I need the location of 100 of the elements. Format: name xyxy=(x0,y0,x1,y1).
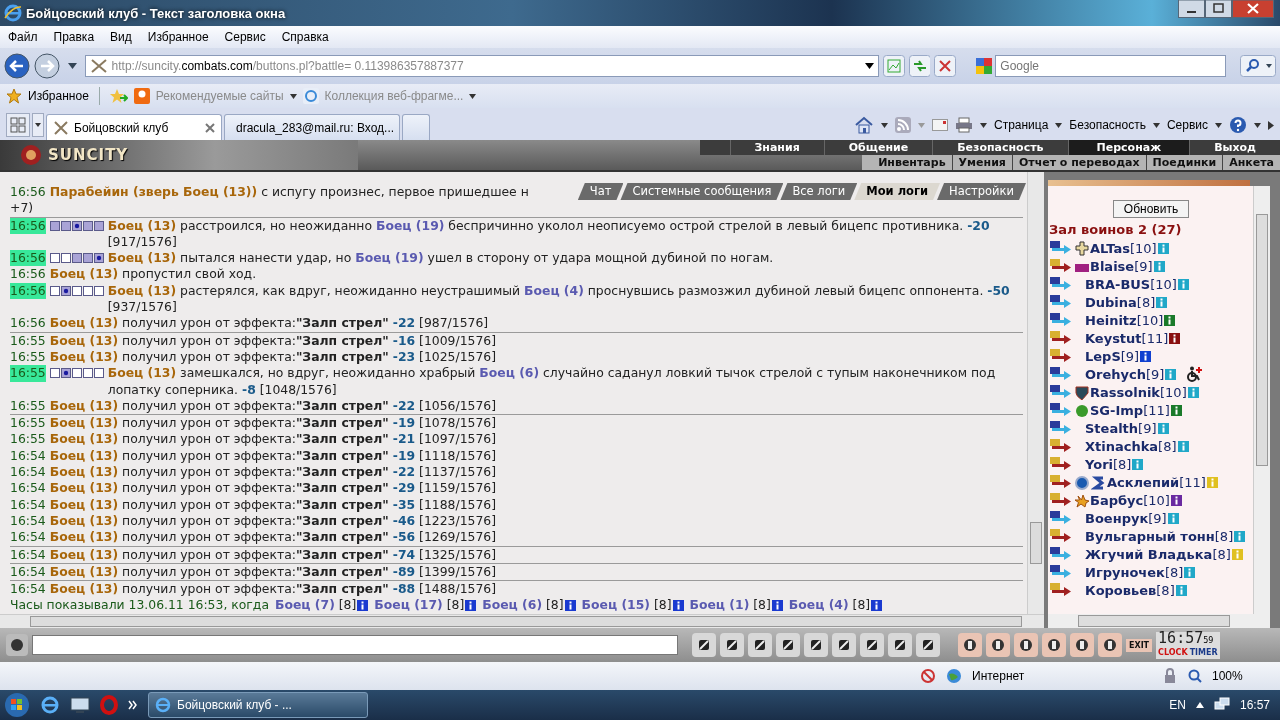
player-name[interactable]: Асклепий[11] xyxy=(1107,474,1206,490)
chat-input[interactable] xyxy=(32,635,678,655)
page-icon[interactable] xyxy=(302,88,319,104)
minimize-button[interactable] xyxy=(1178,0,1205,18)
quick-tabs-button[interactable] xyxy=(6,113,30,137)
player-name[interactable]: Коровьев[8] xyxy=(1085,582,1175,598)
language-indicator[interactable]: EN xyxy=(1169,698,1186,712)
menu-item[interactable]: Файл xyxy=(0,30,46,44)
game-nav-item[interactable]: Персонаж xyxy=(1067,140,1190,155)
info-icon[interactable] xyxy=(1164,314,1176,326)
player-name[interactable]: BRA-BUS[10] xyxy=(1085,276,1177,292)
exit-button[interactable]: EXIT xyxy=(1126,638,1153,652)
log-tab[interactable]: Настройки xyxy=(937,183,1026,200)
fighter-name[interactable]: Боец (15) [8] xyxy=(581,597,672,614)
info-icon[interactable] xyxy=(465,600,477,612)
desktop-icon[interactable] xyxy=(70,696,90,714)
browser-tab[interactable]: Бойцовский клуб xyxy=(46,114,222,140)
player-name[interactable]: Xtinachka[8] xyxy=(1085,438,1177,454)
player-name[interactable]: Dubina[8] xyxy=(1085,294,1156,310)
more-icon[interactable] xyxy=(128,700,138,710)
menu-item[interactable]: Вид xyxy=(102,30,140,44)
fighter-name[interactable]: Боец (7) [8] xyxy=(275,597,357,614)
tab-title[interactable]: dracula_283@mail.ru: Вход... xyxy=(236,120,395,135)
history-dropdown-icon[interactable] xyxy=(67,63,77,69)
more-arrow-icon[interactable] xyxy=(1268,120,1274,130)
menu-item[interactable]: Избранное xyxy=(139,30,217,44)
info-icon[interactable] xyxy=(1170,404,1182,416)
fighter-name[interactable]: Боец (17) [8] xyxy=(374,597,465,614)
log-tab[interactable]: Системные сообщения xyxy=(620,183,784,200)
help-icon[interactable] xyxy=(1229,116,1247,134)
dropdown-arrow-icon[interactable] xyxy=(880,122,888,128)
player-name[interactable]: Игруночек[8] xyxy=(1085,564,1184,580)
print-icon[interactable] xyxy=(954,117,973,133)
player-name[interactable]: Вульгарный тонн[8] xyxy=(1085,528,1234,544)
star-icon[interactable] xyxy=(6,88,22,104)
tab-list-button[interactable] xyxy=(32,113,44,137)
zoom-icon[interactable] xyxy=(1188,669,1202,683)
menu-item[interactable]: Сервис xyxy=(216,30,274,44)
player-name[interactable]: Военрук[9] xyxy=(1085,510,1167,526)
back-button[interactable] xyxy=(4,53,30,79)
player-name[interactable]: LepS[9] xyxy=(1085,348,1140,364)
player-name[interactable]: Stealth[9] xyxy=(1085,420,1157,436)
player-name[interactable]: ALTas[10] xyxy=(1090,240,1157,256)
close-button[interactable] xyxy=(1232,0,1274,18)
game-subnav-link[interactable]: Отчет о переводах xyxy=(1011,155,1146,170)
add-favorite-icon[interactable] xyxy=(109,88,128,104)
fighter-name[interactable]: Боец (6) [8] xyxy=(482,597,564,614)
tray-arrow-icon[interactable] xyxy=(1195,702,1204,708)
menu-item[interactable]: Справка xyxy=(273,30,337,44)
fighter-name[interactable]: Боец (4) [8] xyxy=(788,597,871,614)
lock-icon[interactable] xyxy=(1162,668,1178,684)
browser-tab[interactable]: dracula_283@mail.ru: Вход... xyxy=(224,114,400,140)
dropdown-arrow-icon[interactable] xyxy=(979,122,987,128)
tab-title[interactable]: Бойцовский клуб xyxy=(74,120,169,135)
taskbar-item-title[interactable]: Бойцовский клуб - ... xyxy=(177,698,292,712)
menu-item[interactable]: Правка xyxy=(45,30,103,44)
browser-logo-icon[interactable] xyxy=(40,695,60,715)
info-icon[interactable] xyxy=(1140,350,1152,362)
info-icon[interactable] xyxy=(1169,332,1181,344)
player-name[interactable]: Blaise[9] xyxy=(1090,258,1153,274)
log-tab[interactable]: Чат xyxy=(577,183,624,200)
game-subnav-link[interactable]: Инвентарь xyxy=(872,155,952,170)
horizontal-scrollbar[interactable] xyxy=(0,614,1044,628)
dropdown-arrow-icon[interactable] xyxy=(1055,122,1063,128)
log-tab[interactable]: Мои логи xyxy=(854,183,941,200)
dropdown-arrow-icon[interactable] xyxy=(1254,122,1261,128)
stop-button[interactable] xyxy=(934,55,957,77)
horizontal-scrollbar[interactable] xyxy=(1048,614,1270,628)
taskbar-clock[interactable]: 16:57 xyxy=(1239,698,1270,712)
speaker-head-icon[interactable] xyxy=(6,634,28,656)
player-name[interactable]: Жгучий Владька[8] xyxy=(1085,546,1231,562)
player-name[interactable]: Rassolnik[10] xyxy=(1090,384,1187,400)
search-field[interactable]: Google xyxy=(995,55,1227,77)
vertical-scrollbar[interactable] xyxy=(1253,186,1270,614)
zoom-level[interactable]: 100% xyxy=(1212,669,1272,683)
game-subnav-link[interactable]: Поединки xyxy=(1145,155,1223,170)
search-button[interactable] xyxy=(1240,55,1277,77)
refresh-button[interactable]: Обновить xyxy=(1112,200,1190,218)
command-menu[interactable]: Сервис xyxy=(1166,118,1208,132)
game-subnav-link[interactable]: Анкета xyxy=(1222,155,1280,170)
info-icon[interactable] xyxy=(357,600,369,612)
game-nav-item[interactable]: Знания xyxy=(729,140,824,155)
address-dropdown-icon[interactable] xyxy=(864,63,874,69)
favorites-button[interactable]: Избранное xyxy=(28,89,89,103)
info-icon[interactable] xyxy=(1170,494,1182,506)
game-subnav-link[interactable]: Умения xyxy=(951,155,1012,170)
info-icon[interactable] xyxy=(564,600,576,612)
dropdown-arrow-icon[interactable] xyxy=(289,93,297,99)
network-icon[interactable] xyxy=(1213,697,1230,713)
command-menu[interactable]: Страница xyxy=(993,118,1049,132)
forward-button[interactable] xyxy=(33,53,60,79)
player-name[interactable]: Heinitz[10] xyxy=(1085,312,1164,328)
command-menu[interactable]: Безопасность xyxy=(1069,118,1146,132)
dropdown-arrow-icon[interactable] xyxy=(1215,122,1222,128)
player-name[interactable]: SG-Imp[11] xyxy=(1090,402,1170,418)
start-button[interactable] xyxy=(4,692,30,718)
player-name[interactable]: Барбус[10] xyxy=(1090,492,1170,508)
bulb-icon[interactable] xyxy=(133,88,150,104)
taskbar-item[interactable]: Бойцовский клуб - ... xyxy=(148,692,368,718)
player-name[interactable]: Keystut[11] xyxy=(1085,330,1169,346)
